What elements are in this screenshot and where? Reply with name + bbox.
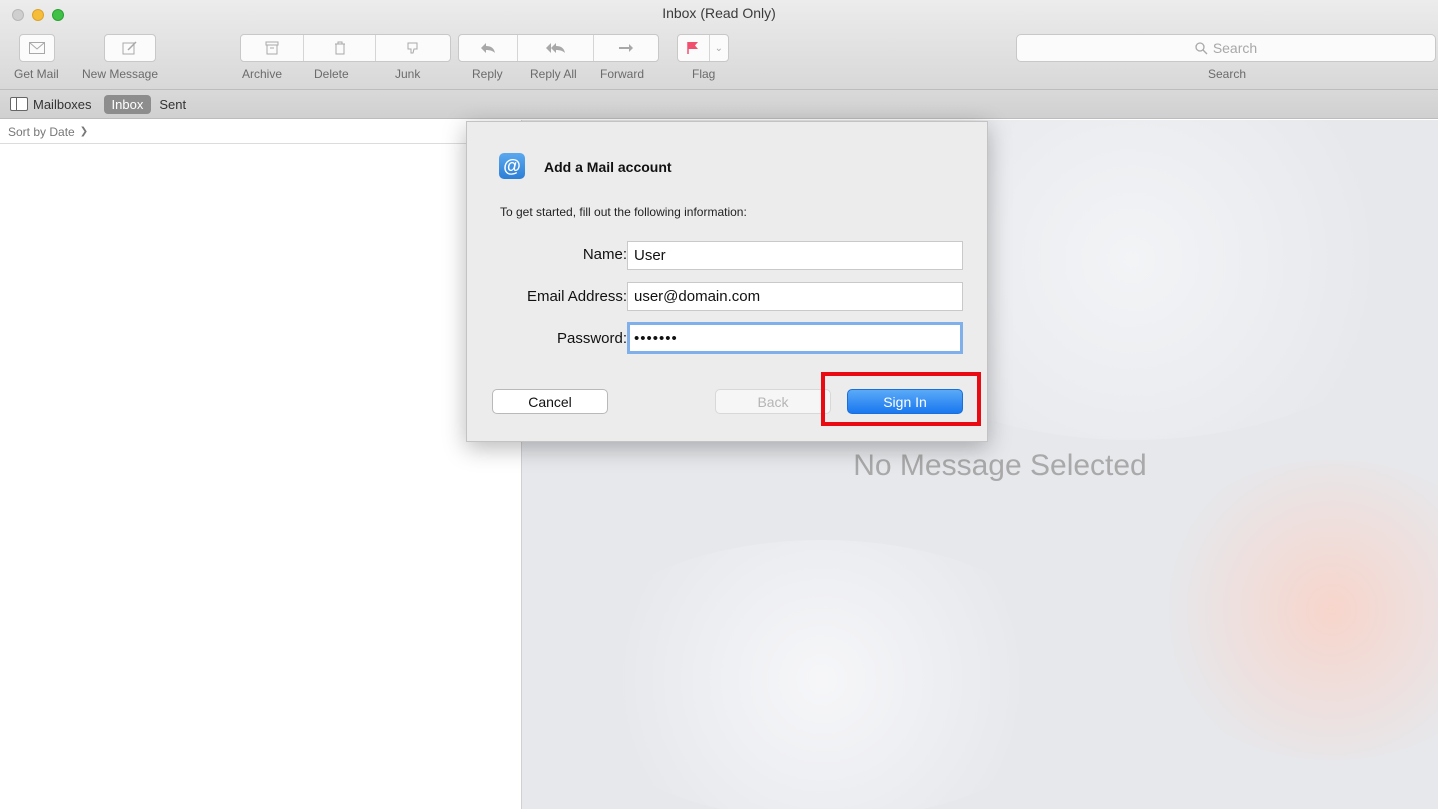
- flag-icon: [687, 42, 699, 54]
- forward-arrow-icon: [618, 44, 633, 52]
- flag-group: ⌄: [677, 34, 729, 62]
- flag-label: Flag: [692, 67, 716, 81]
- mailboxes-label: Mailboxes: [33, 96, 92, 112]
- thumbs-down-icon: [407, 42, 418, 54]
- sort-menu[interactable]: Sort by Date ❯: [0, 120, 521, 144]
- trash-icon: [334, 41, 345, 55]
- dialog-title: Add a Mail account: [544, 159, 672, 175]
- sidebar-icon: [10, 97, 28, 111]
- search-icon: [1195, 41, 1208, 54]
- delete-button[interactable]: [304, 35, 376, 61]
- email-field[interactable]: user@domain.com: [627, 282, 963, 311]
- no-message-selected-text: No Message Selected: [853, 449, 1147, 482]
- background-glow: [1142, 460, 1438, 760]
- cancel-button[interactable]: Cancel: [492, 389, 608, 414]
- back-button[interactable]: Back: [715, 389, 831, 414]
- reply-all-label: Reply All: [530, 67, 577, 81]
- mailboxes-button[interactable]: Mailboxes: [10, 97, 92, 112]
- archive-button[interactable]: [241, 35, 305, 61]
- envelope-icon: [29, 42, 45, 54]
- password-label: Password:: [556, 330, 627, 347]
- new-message-label: New Message: [82, 67, 159, 81]
- window-title: Inbox (Read Only): [662, 5, 776, 21]
- reply-all-arrow-icon: [545, 43, 565, 53]
- favorites-bar: Mailboxes Inbox Sent: [0, 90, 1438, 119]
- new-message-button[interactable]: [104, 34, 156, 62]
- sign-in-highlight-box: [821, 372, 981, 426]
- compose-icon: [122, 41, 137, 55]
- reply-label: Reply: [472, 67, 503, 81]
- get-mail-label: Get Mail: [14, 67, 59, 81]
- junk-button[interactable]: [376, 35, 450, 61]
- background-glow: [562, 540, 1082, 809]
- reply-button[interactable]: [459, 35, 519, 61]
- forward-label: Forward: [600, 67, 645, 81]
- name-label: Name:: [582, 246, 627, 263]
- archive-delete-junk-group: [240, 34, 451, 62]
- at-sign-icon: @: [499, 153, 525, 179]
- favorite-inbox[interactable]: Inbox: [103, 94, 152, 114]
- email-label: Email Address:: [526, 288, 627, 305]
- delete-label: Delete: [314, 67, 349, 81]
- toolbar: Inbox (Read Only) Get Mail New Message A…: [0, 0, 1438, 90]
- archive-box-icon: [265, 41, 279, 55]
- search-placeholder: Search: [1212, 40, 1258, 56]
- reply-arrow-icon: [481, 43, 496, 53]
- chevron-down-icon: ❯: [79, 126, 89, 137]
- chevron-down-icon: ⌄: [714, 42, 724, 54]
- get-mail-button[interactable]: [19, 34, 55, 62]
- reply-group: [458, 34, 659, 62]
- junk-label: Junk: [395, 67, 421, 81]
- flag-menu-button[interactable]: ⌄: [710, 35, 728, 61]
- reply-all-button[interactable]: [518, 35, 594, 61]
- dialog-subtitle: To get started, fill out the following i…: [500, 205, 747, 219]
- password-field[interactable]: •••••••: [627, 322, 963, 354]
- sort-label: Sort by Date: [8, 124, 75, 139]
- search-field[interactable]: Search: [1016, 34, 1436, 62]
- forward-button[interactable]: [594, 35, 658, 61]
- favorite-sent[interactable]: Sent: [159, 97, 186, 112]
- search-label: Search: [1208, 67, 1247, 81]
- name-field[interactable]: User: [627, 241, 963, 270]
- flag-button[interactable]: [678, 35, 710, 61]
- archive-label: Archive: [242, 67, 283, 81]
